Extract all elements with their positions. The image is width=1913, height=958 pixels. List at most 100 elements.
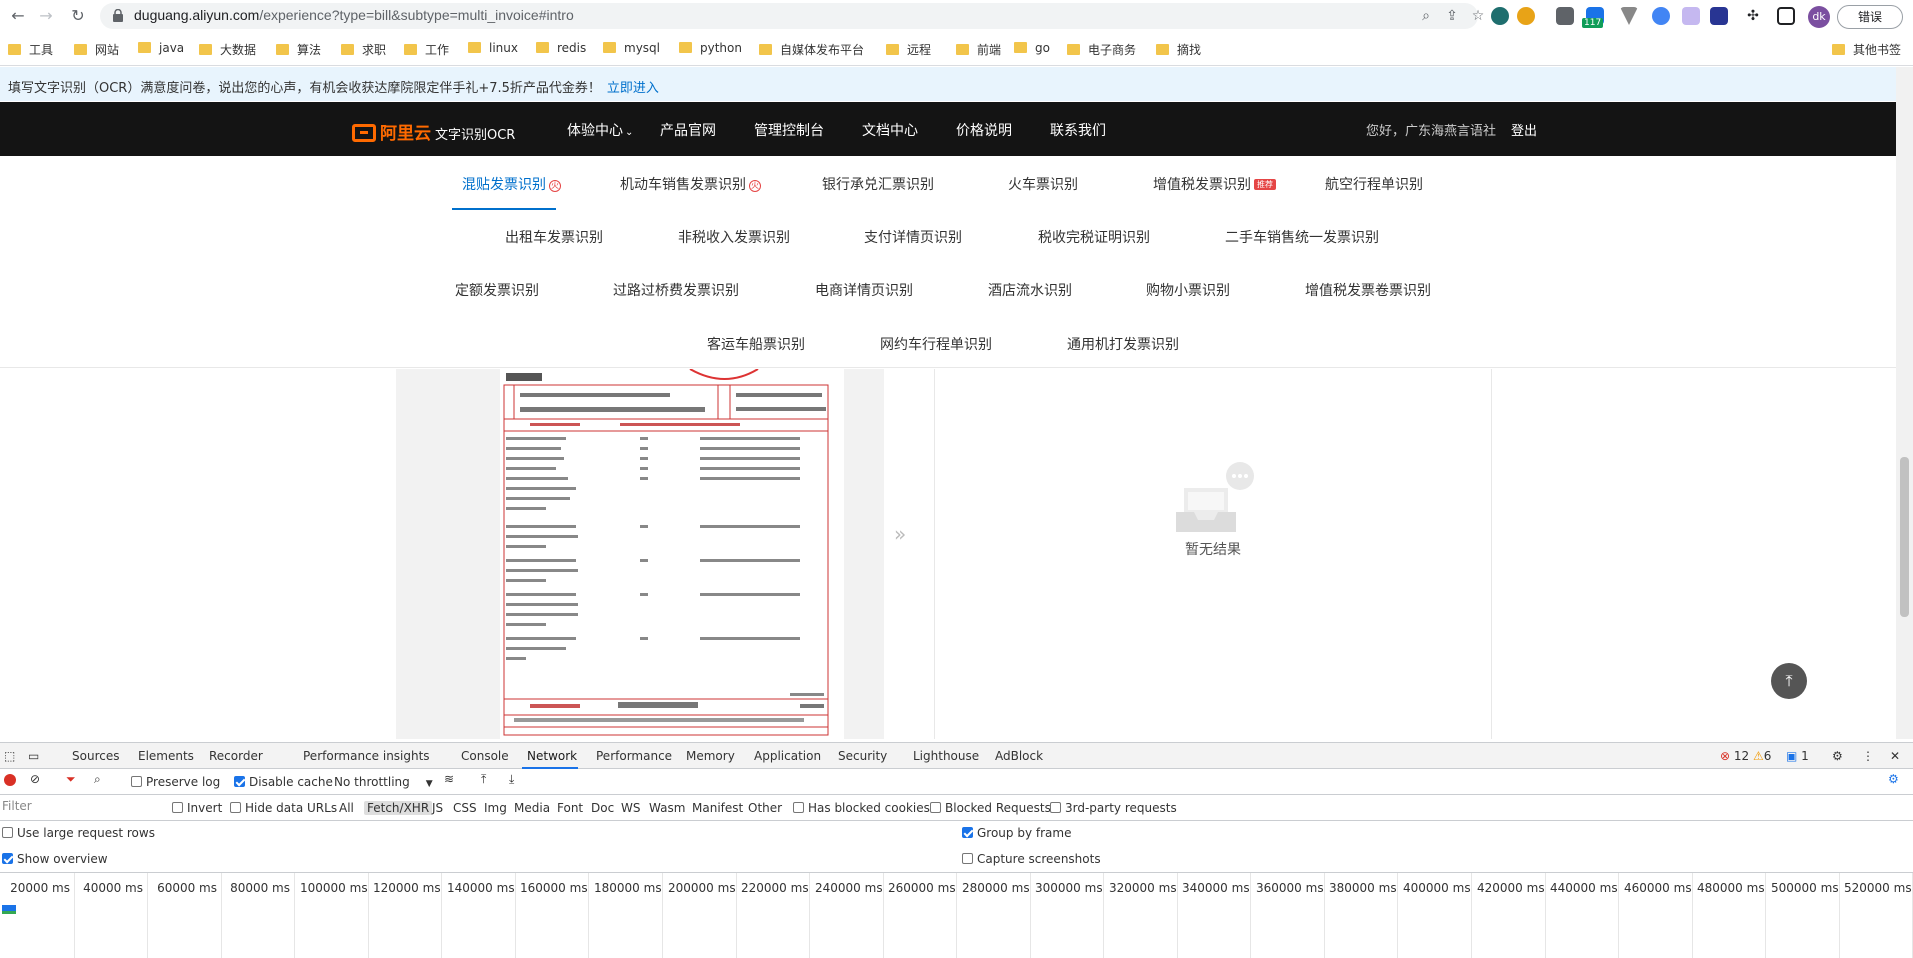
extension-icon[interactable] [1652,7,1670,25]
bookmark-other[interactable]: 其他书签 [1832,41,1901,59]
sidebar-icon[interactable] [1777,7,1795,25]
logout-link[interactable]: 登出 [1511,120,1537,139]
tab-train-ticket[interactable]: 火车票识别 [1008,174,1078,194]
more-icon[interactable]: ⋮ [1862,749,1874,763]
share-icon[interactable]: ⇪ [1444,8,1460,24]
notice-link[interactable]: 立即进入 [607,81,659,96]
tab-passenger-ticket[interactable]: 客运车船票识别 [707,334,805,354]
logo[interactable]: 阿里云 文字识别OCR [352,119,515,144]
lock-icon[interactable] [112,9,124,22]
bookmark-folder[interactable]: 大数据 [199,41,256,59]
tab-shopping-receipt[interactable]: 购物小票识别 [1146,280,1230,300]
invert-checkbox[interactable]: Invert [172,801,222,815]
tab-ridehailing-itinerary[interactable]: 网约车行程单识别 [880,334,992,354]
tab-vat-invoice[interactable]: 增值税发票识别 推荐 [1153,174,1276,194]
avatar[interactable]: dk [1808,6,1830,28]
tab-vat-roll-invoice[interactable]: 增值税发票卷票识别 [1305,280,1431,300]
tab-console[interactable]: Console [461,749,509,763]
capture-screenshots-checkbox[interactable]: Capture screenshots [962,852,1101,866]
extension-icon[interactable] [1491,7,1509,25]
filter-icon[interactable]: ⏷ [66,772,76,787]
error-button[interactable]: 错误 [1837,5,1903,29]
tab-taxi-invoice[interactable]: 出租车发票识别 [505,227,603,247]
tab-flight-itinerary[interactable]: 航空行程单识别 [1325,174,1423,194]
filter-all[interactable]: All [339,801,354,815]
tab-recorder[interactable]: Recorder [209,749,263,763]
tab-elements[interactable]: Elements [138,749,194,763]
bookmark-folder[interactable]: go [1014,41,1050,59]
tab-quota-invoice[interactable]: 定额发票识别 [455,280,539,300]
filter-js[interactable]: JS [432,801,443,815]
tab-ecommerce-detail[interactable]: 电商详情页识别 [815,280,913,300]
filter-other[interactable]: Other [748,801,782,815]
gear-icon[interactable]: ⚙ [1832,749,1843,763]
tab-used-car-invoice[interactable]: 二手车销售统一发票识别 [1225,227,1379,247]
bookmark-folder[interactable]: 电子商务 [1067,41,1136,59]
filter-input[interactable]: Filter [0,799,160,817]
tab-memory[interactable]: Memory [686,749,735,763]
extension-icon[interactable] [1517,7,1535,25]
filter-fetch-xhr[interactable]: Fetch/XHR [364,801,433,815]
search-icon[interactable]: ⌕ [94,772,101,787]
url-text[interactable]: duguang.aliyun.com/experience?type=bill&… [134,7,574,23]
tab-tax-certificate[interactable]: 税收完税证明识别 [1038,227,1150,247]
search-icon[interactable]: ⌕ [1418,8,1434,24]
bookmark-folder[interactable]: java [138,41,184,59]
bookmark-folder[interactable]: 网站 [74,41,119,59]
invoice-sample-image[interactable] [500,368,844,739]
tab-mixed-invoice[interactable]: 混贴发票识别火 [462,174,561,194]
tab-payment-detail[interactable]: 支付详情页识别 [864,227,962,247]
network-conditions-icon[interactable]: ≋ [444,772,454,786]
blocked-requests-checkbox[interactable]: Blocked Requests [930,801,1051,815]
message-count[interactable]: ▣ 1 [1786,749,1809,763]
filter-manifest[interactable]: Manifest [692,801,743,815]
inspect-icon[interactable]: ⬚ [4,749,15,763]
filter-wasm[interactable]: Wasm [649,801,685,815]
scrollbar-thumb[interactable] [1900,457,1909,617]
third-party-checkbox[interactable]: 3rd-party requests [1050,801,1177,815]
nav-experience-center[interactable]: 体验中心 ⌄ [567,120,633,140]
page-scrollbar[interactable] [1896,67,1913,739]
hide-data-urls-checkbox[interactable]: Hide data URLs [230,801,337,815]
bookmark-folder[interactable]: 前端 [956,41,1001,59]
tab-security[interactable]: Security [838,749,887,763]
tab-network[interactable]: Network [527,749,577,763]
extension-icon[interactable] [1710,7,1728,25]
tab-sources[interactable]: Sources [72,749,119,763]
show-overview-checkbox[interactable]: Show overview [2,852,108,866]
tab-lighthouse[interactable]: Lighthouse [913,749,979,763]
forward-icon[interactable]: → [36,6,56,26]
network-overview-timeline[interactable]: 20000 ms 40000 ms 60000 ms 80000 ms 100000 m… [0,873,1913,958]
filter-ws[interactable]: WS [621,801,640,815]
gear-icon[interactable]: ⚙ [1888,772,1899,786]
tab-bank-draft[interactable]: 银行承兑汇票识别 [822,174,934,194]
bookmark-folder[interactable]: 远程 [886,41,931,59]
bookmark-folder[interactable]: 求职 [341,41,386,59]
bookmark-folder[interactable]: mysql [603,41,660,59]
extension-icon[interactable] [1620,7,1638,25]
nav-console[interactable]: 管理控制台 [754,120,824,140]
extension-icon[interactable] [1682,7,1700,25]
filter-font[interactable]: Font [557,801,583,815]
blocked-cookies-checkbox[interactable]: Has blocked cookies [793,801,930,815]
bookmark-folder[interactable]: linux [468,41,518,59]
tab-machine-invoice[interactable]: 通用机打发票识别 [1067,334,1179,354]
address-bar[interactable]: duguang.aliyun.com/experience?type=bill&… [100,3,1484,29]
preserve-log-checkbox[interactable]: Preserve log [131,775,220,789]
record-icon[interactable] [4,774,16,786]
bookmark-folder[interactable]: 自媒体发布平台 [759,41,864,59]
device-toolbar-icon[interactable]: ▭ [28,749,39,763]
clear-icon[interactable]: ⊘ [30,772,40,786]
download-icon[interactable]: ⤓ [509,772,514,787]
reload-icon[interactable]: ↻ [68,6,88,26]
bookmark-folder[interactable]: 工具 [8,41,53,59]
tab-nontax-invoice[interactable]: 非税收入发票识别 [678,227,790,247]
tab-performance-insights[interactable]: Performance insights [303,749,430,763]
bookmark-folder[interactable]: redis [536,41,586,59]
filter-css[interactable]: CSS [453,801,477,815]
tab-application[interactable]: Application [754,749,821,763]
tab-toll-invoice[interactable]: 过路过桥费发票识别 [613,280,739,300]
upload-icon[interactable]: ⤒ [481,772,486,787]
large-rows-checkbox[interactable]: Use large request rows [2,826,155,840]
group-by-frame-checkbox[interactable]: Group by frame [962,826,1071,840]
